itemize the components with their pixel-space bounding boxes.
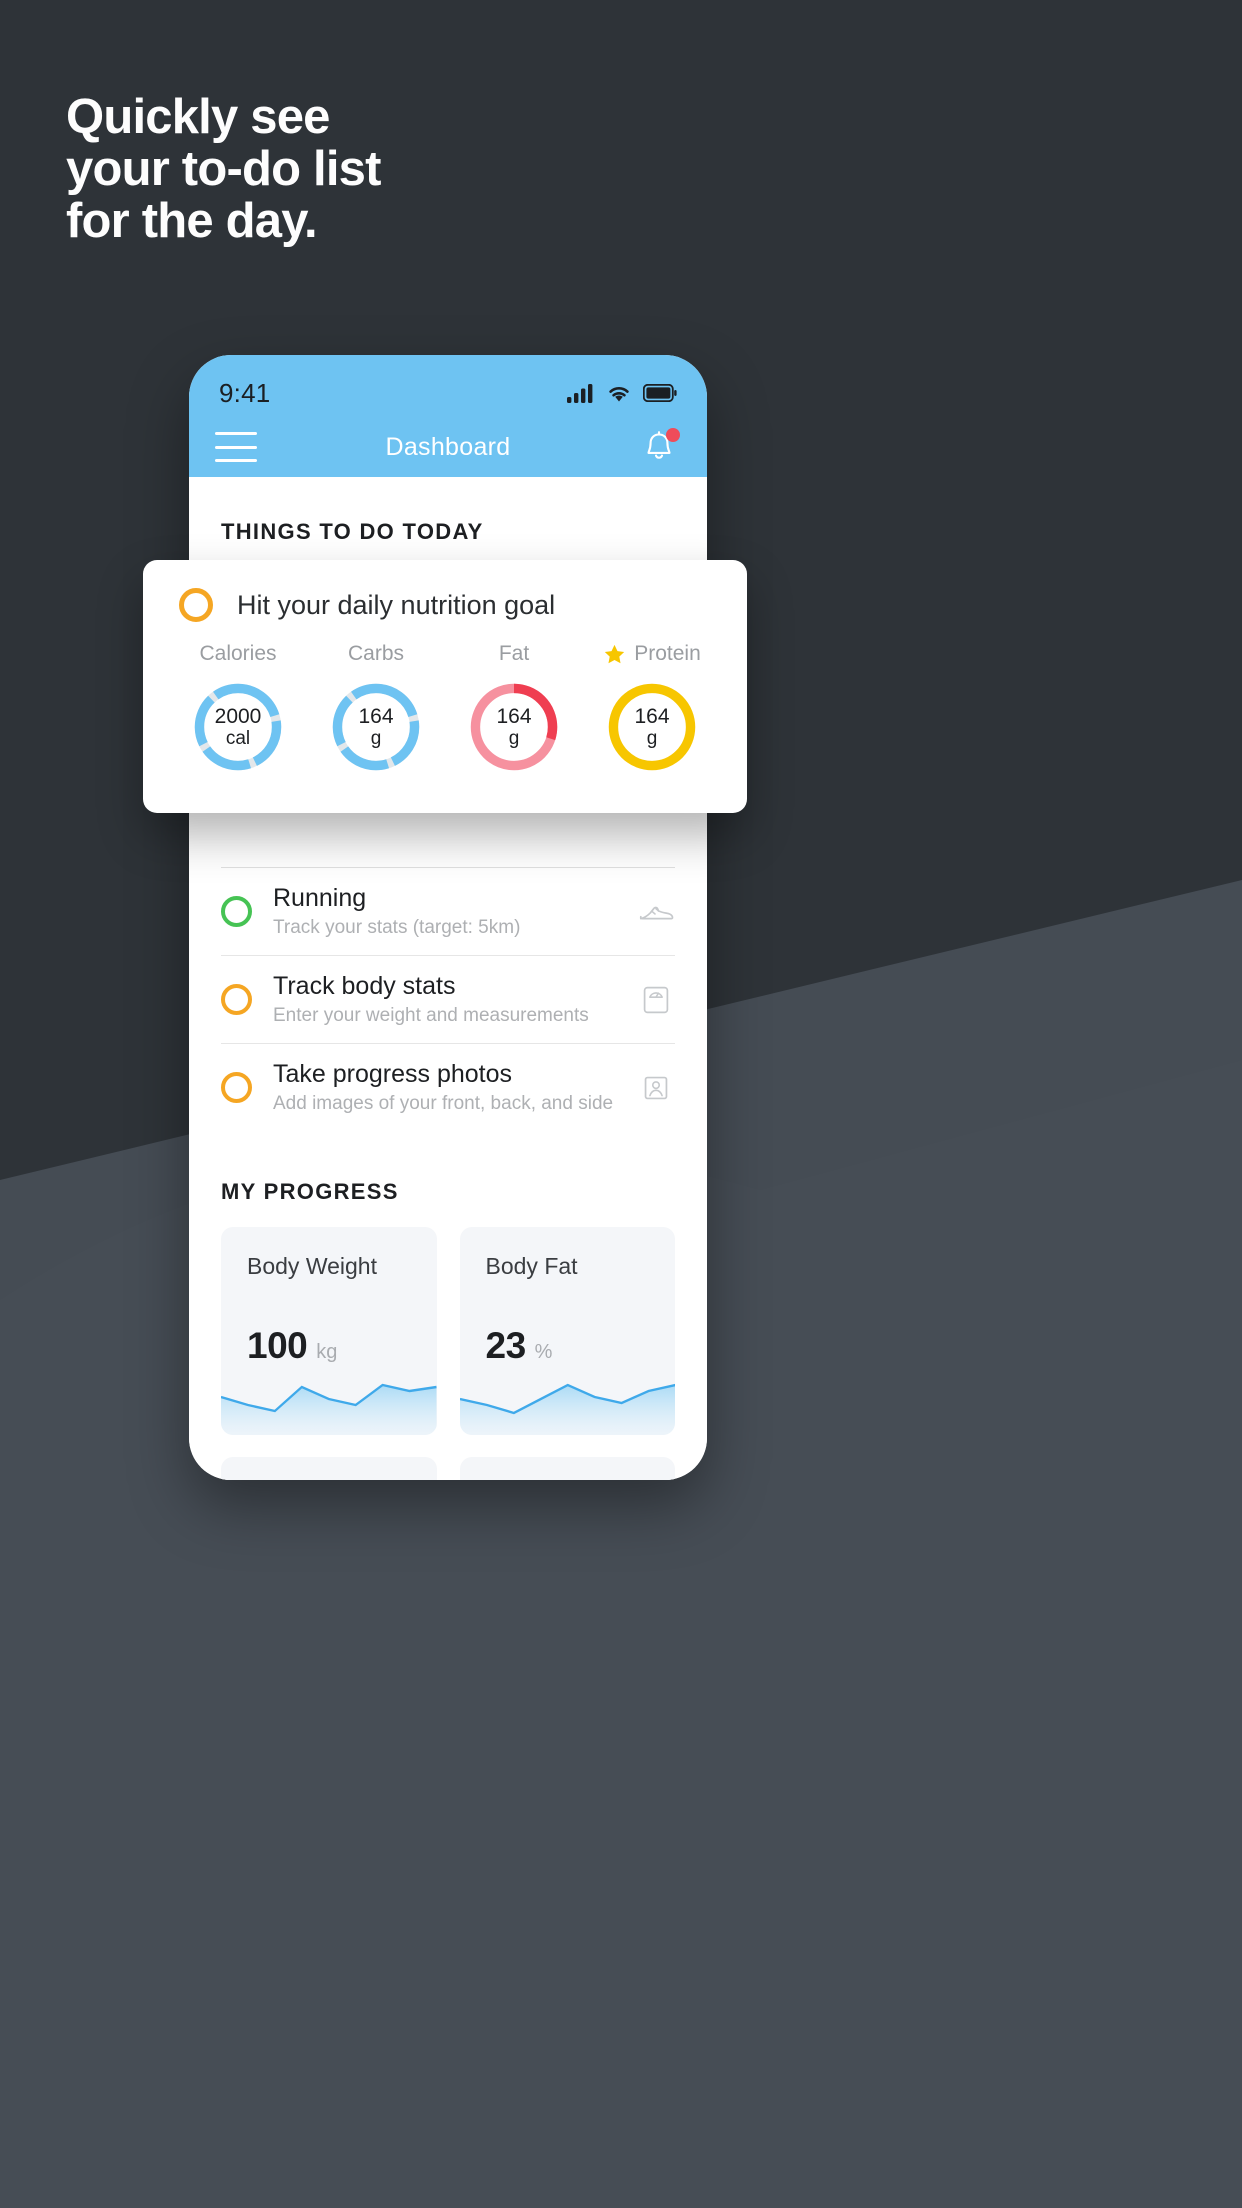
hamburger-menu-icon[interactable]	[215, 432, 257, 462]
progress-card-body-fat[interactable]: Body Fat 23 %	[459, 1227, 675, 1435]
headline-line-3: for the day.	[66, 193, 318, 248]
macro-label-row: Carbs	[348, 640, 404, 668]
progress-card-value: 23	[485, 1325, 527, 1366]
progress-section: MY PROGRESS Body Weight 100 kg Body Fat …	[189, 1131, 707, 1480]
macro-carbs[interactable]: Carbs 164 g	[307, 640, 445, 774]
progress-card-unit: kg	[316, 1341, 338, 1363]
list-item-text: Track body stats Enter your weight and m…	[273, 972, 637, 1027]
running-shoe-icon	[639, 906, 674, 920]
macro-unit: g	[646, 728, 658, 750]
headline-line-1: Quickly see	[66, 90, 330, 144]
macro-ring-protein: 164 g	[605, 680, 699, 774]
nutrition-card-header: Hit your daily nutrition goal	[143, 560, 747, 622]
nutrition-goal-card[interactable]: Hit your daily nutrition goal Calories 2…	[143, 560, 747, 813]
progress-cards-row: Body Weight 100 kg Body Fat 23 %	[189, 1205, 707, 1435]
macro-center-text: 2000 cal	[191, 680, 285, 774]
notification-badge	[665, 428, 680, 442]
headline-line-2: your to-do list	[66, 141, 381, 196]
list-item[interactable]: Take progress photos Add images of your …	[221, 1043, 675, 1131]
macro-ring-carbs: 164 g	[329, 680, 423, 774]
checkbox-ring-icon[interactable]	[179, 588, 213, 622]
notification-button[interactable]	[639, 427, 681, 467]
status-bar-icons	[567, 383, 677, 403]
status-bar-time: 9:41	[219, 377, 271, 408]
app-bar-title: Dashboard	[385, 432, 511, 461]
list-item[interactable]: Running Track your stats (target: 5km)	[221, 867, 675, 955]
macro-center-text: 164 g	[329, 680, 423, 774]
macro-protein[interactable]: Protein 164 g	[583, 640, 721, 774]
progress-card-value-row: 100 kg	[247, 1325, 337, 1367]
wifi-icon	[609, 387, 629, 402]
macro-center-text: 164 g	[605, 680, 699, 774]
checkbox-ring-icon[interactable]	[221, 1072, 252, 1103]
macro-label-row: Fat	[499, 640, 529, 668]
weight-scale-icon	[643, 986, 669, 1013]
macro-value: 164	[358, 704, 394, 728]
nutrition-card-title: Hit your daily nutrition goal	[237, 589, 556, 620]
todo-list: Running Track your stats (target: 5km) T…	[189, 867, 707, 1131]
macro-value: 164	[496, 704, 532, 728]
macro-fat[interactable]: Fat 164 g	[445, 640, 583, 774]
macro-label-row: Calories	[199, 640, 276, 668]
macro-unit: g	[508, 728, 520, 750]
macro-center-text: 164 g	[467, 680, 561, 774]
signal-icon	[567, 384, 593, 403]
macro-label: Fat	[498, 642, 530, 665]
progress-card-label: Body Fat	[485, 1253, 578, 1279]
progress-cards-row-partial	[189, 1435, 707, 1480]
section-title-todo: THINGS TO DO TODAY	[221, 519, 484, 544]
status-bar: 9:41	[189, 355, 707, 417]
macro-ring-calories: 2000 cal	[191, 680, 285, 774]
macro-label: Protein	[634, 642, 701, 665]
checkbox-ring-icon[interactable]	[221, 984, 252, 1015]
phone-mockup: 9:41 Dashboard THINGS TO DO TODAY Runnin…	[189, 355, 707, 1480]
progress-card-partial[interactable]	[459, 1457, 675, 1480]
list-item-subtitle: Add images of your front, back, and side	[273, 1092, 614, 1114]
macro-calories[interactable]: Calories 2000 cal	[169, 640, 307, 774]
progress-card-partial[interactable]	[221, 1457, 437, 1480]
progress-card-value: 100	[247, 1325, 308, 1366]
list-item-subtitle: Enter your weight and measurements	[273, 1004, 589, 1026]
list-item-title: Track body stats	[273, 972, 456, 1001]
progress-card-label: Body Weight	[247, 1253, 377, 1279]
progress-card-value-row: 23 %	[486, 1325, 553, 1367]
macro-ring-fat: 164 g	[467, 680, 561, 774]
macro-value: 164	[634, 704, 670, 728]
sparkline-chart-body-fat	[459, 1383, 675, 1435]
macro-label: Calories	[199, 642, 277, 665]
page-title: Quickly see your to-do list for the day.	[66, 90, 766, 248]
list-item[interactable]: Track body stats Enter your weight and m…	[221, 955, 675, 1043]
macro-value: 2000	[214, 704, 262, 728]
macro-unit: cal	[225, 728, 251, 750]
progress-card-unit: %	[534, 1341, 553, 1363]
list-item-title: Take progress photos	[273, 1060, 513, 1089]
battery-icon	[643, 384, 677, 402]
star-icon	[605, 644, 625, 663]
person-photo-icon	[644, 1076, 668, 1099]
list-item-text: Take progress photos Add images of your …	[273, 1060, 637, 1115]
macro-unit: g	[370, 728, 382, 750]
list-item-title: Running	[273, 884, 367, 913]
progress-card-body-weight[interactable]: Body Weight 100 kg	[221, 1227, 437, 1435]
list-item-text: Running Track your stats (target: 5km)	[273, 884, 637, 939]
macro-label: Carbs	[347, 642, 405, 665]
app-bar: Dashboard	[189, 417, 707, 477]
macro-label-row: Protein	[603, 640, 701, 668]
list-item-subtitle: Track your stats (target: 5km)	[273, 916, 521, 938]
sparkline-chart-body-weight	[221, 1383, 437, 1435]
section-title-progress: MY PROGRESS	[221, 1179, 399, 1204]
checkbox-ring-icon[interactable]	[221, 896, 252, 927]
macro-rings-row: Calories 2000 cal Carbs 164 g Fat 164 g …	[143, 622, 747, 774]
